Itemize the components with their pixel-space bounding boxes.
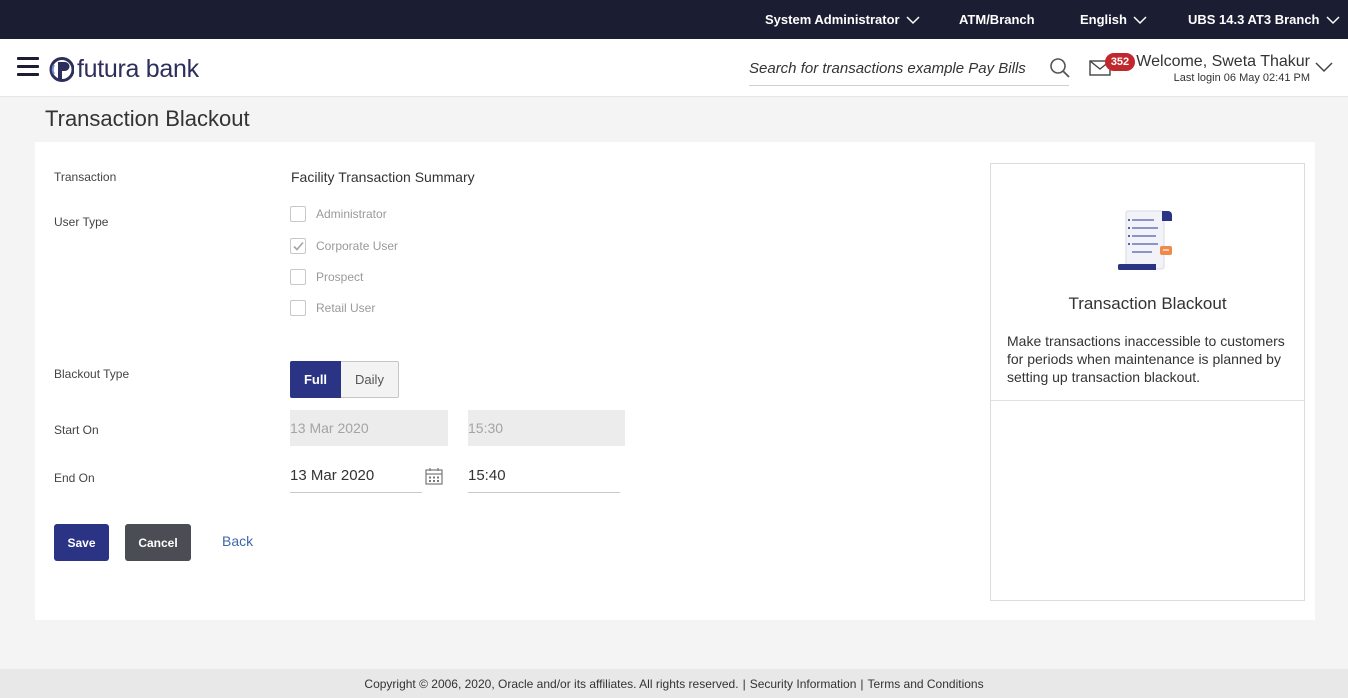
transaction-label: Transaction [54,170,117,184]
branch-label: UBS 14.3 AT3 Branch [1188,12,1320,27]
role-dropdown[interactable]: System Administrator [765,0,920,39]
blackout-type-toggle: Full Daily [290,361,399,398]
checkbox-label: Prospect [316,270,364,284]
help-title: Transaction Blackout [1068,294,1227,313]
calendar-icon[interactable] [425,467,443,485]
user-greeting[interactable]: Welcome, Sweta Thakur Last login 06 May … [1136,53,1310,84]
blackout-type-label: Blackout Type [54,367,130,381]
end-time-field[interactable]: 15:40 [468,460,620,493]
checkbox[interactable] [290,206,306,222]
document-list-icon [1118,210,1172,270]
search-icon[interactable] [1049,57,1071,79]
user-type-retail-user[interactable]: Retail User [290,300,375,316]
copyright-text: Copyright © 2006, 2020, Oracle and/or it… [364,676,739,691]
security-information-link[interactable]: Security Information [750,677,857,691]
bank-logo[interactable]: futura bank [49,54,199,84]
checkbox-label: Retail User [316,301,376,315]
start-on-label: Start On [54,423,99,437]
start-time-field: 15:30 [468,410,625,446]
last-login-text: Last login 06 May 02:41 PM [1173,72,1310,84]
chevron-down-icon[interactable] [1315,60,1333,74]
chevron-down-icon [1325,13,1340,27]
blackout-full-option[interactable]: Full [290,361,341,398]
logo-text: futura bank [77,54,199,83]
user-type-corporate-user[interactable]: Corporate User [290,238,398,254]
checkbox-label: Corporate User [316,239,399,253]
mail-count-badge: 352 [1105,53,1135,71]
atm-branch-link[interactable]: ATM/Branch [959,0,1035,39]
welcome-text: Welcome, Sweta Thakur [1136,53,1310,70]
terms-and-conditions-link[interactable]: Terms and Conditions [868,677,984,691]
role-label: System Administrator [765,12,900,27]
checkbox-checked[interactable] [290,238,306,254]
back-link[interactable]: Back [222,533,253,549]
checkbox[interactable] [290,300,306,316]
logo-mark-icon [49,56,74,82]
chevron-down-icon [906,13,920,27]
search-input[interactable] [749,53,1039,83]
footer: Copyright © 2006, 2020, Oracle and/or it… [0,669,1348,698]
header: futura bank 352 Welcome, Sweta Thakur La… [0,39,1348,97]
transaction-value: Facility Transaction Summary [291,169,475,185]
cancel-button[interactable]: Cancel [125,524,191,561]
language-dropdown[interactable]: English [1080,0,1147,39]
end-on-label: End On [54,471,95,485]
transaction-blackout-form: Transaction Facility Transaction Summary… [35,142,1315,620]
user-type-label: User Type [54,215,109,229]
footer-divider: | [860,676,864,691]
branch-dropdown[interactable]: UBS 14.3 AT3 Branch [1188,0,1340,39]
help-description: Make transactions inaccessible to custom… [1007,333,1285,385]
user-type-prospect[interactable]: Prospect [290,269,363,285]
atm-branch-label: ATM/Branch [959,12,1035,27]
top-bar: System Administrator ATM/Branch English … [0,0,1348,39]
help-panel: Transaction Blackout Make transactions i… [990,163,1305,601]
blackout-daily-option[interactable]: Daily [341,361,399,398]
start-date-field: 13 Mar 2020 [290,410,448,446]
search-bar [749,53,1071,86]
footer-divider: | [742,676,746,691]
checkbox[interactable] [290,269,306,285]
checkbox-label: Administrator [316,207,387,221]
language-label: English [1080,12,1127,27]
end-date-field[interactable]: 13 Mar 2020 [290,460,422,493]
save-button[interactable]: Save [54,524,109,561]
user-type-administrator[interactable]: Administrator [290,206,387,222]
menu-icon[interactable] [17,57,39,77]
page-title: Transaction Blackout [45,106,250,131]
chevron-down-icon [1133,13,1147,27]
